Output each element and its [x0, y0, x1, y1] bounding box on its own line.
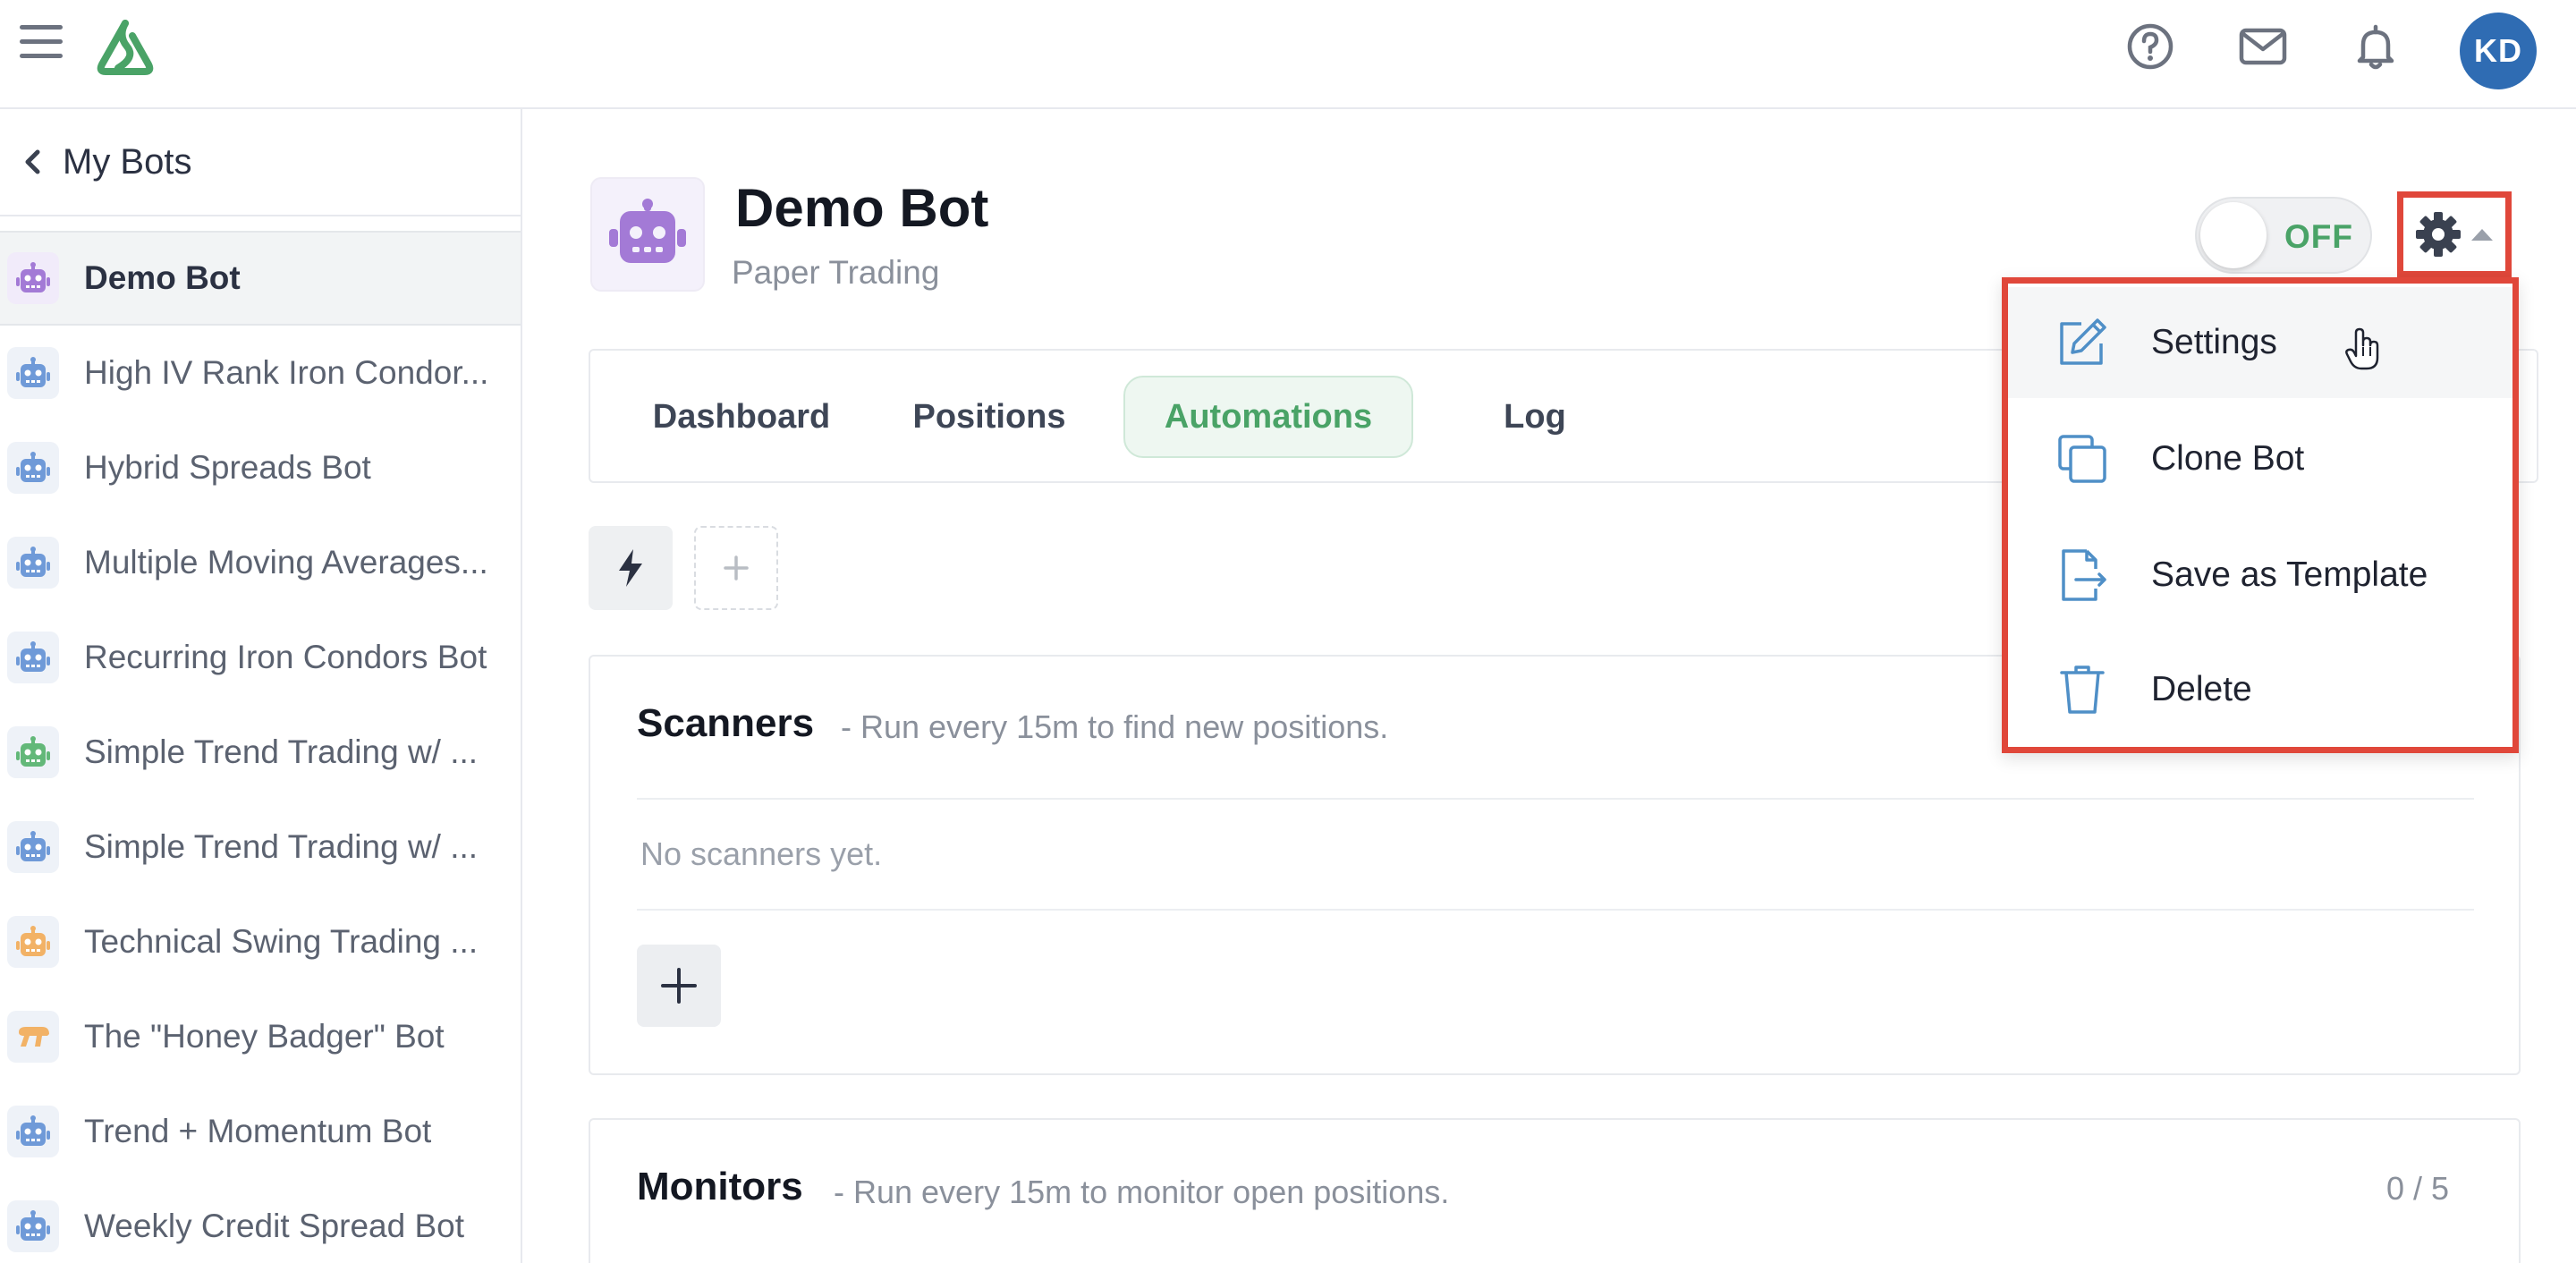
scanners-title: Scanners [637, 701, 815, 745]
bot-on-off-toggle[interactable]: OFF [2195, 197, 2372, 274]
monitors-count: 0 / 5 [2386, 1170, 2450, 1207]
bot-list: Demo Bot High IV Rank Iron Condor... Hybri… [0, 231, 521, 1263]
robot-icon [609, 199, 686, 263]
toggle-label: OFF [2284, 218, 2353, 255]
sidebar-bot-item[interactable]: Demo Bot [0, 231, 521, 326]
robot-icon [7, 1106, 59, 1157]
menu-item-settings[interactable]: Settings [2008, 287, 2512, 398]
sidebar-bot-item[interactable]: Weekly Credit Spread Bot [0, 1179, 521, 1263]
sidebar-bot-item[interactable]: Recurring Iron Condors Bot [0, 610, 521, 705]
robot-icon [7, 726, 59, 778]
robot-icon [7, 821, 59, 873]
lightning-icon [619, 549, 642, 587]
automation-type-button[interactable] [589, 526, 673, 610]
menu-item-delete[interactable]: Delete [2008, 634, 2512, 745]
sidebar-bot-label: Hybrid Spreads Bot [84, 449, 371, 486]
menu-item-settings-label: Settings [2151, 323, 2277, 361]
bot-options-dropdown: Settings Clone Bot Save as Template Dele… [2002, 277, 2519, 753]
user-avatar[interactable]: KD [2460, 13, 2537, 89]
tab-dashboard[interactable]: Dashboard [639, 376, 844, 458]
page-title: Demo Bot [735, 178, 989, 238]
tab-positions[interactable]: Positions [891, 376, 1088, 458]
add-scanner-button[interactable] [637, 945, 721, 1027]
edit-icon [2060, 318, 2106, 365]
menu-item-clone-bot[interactable]: Clone Bot [2008, 403, 2512, 514]
sidebar-bot-label: Weekly Credit Spread Bot [84, 1208, 465, 1244]
page-subtitle: Paper Trading [732, 254, 940, 291]
sidebar-bot-label: Trend + Momentum Bot [84, 1113, 432, 1149]
scanners-divider-bottom [637, 909, 2474, 911]
top-bar: KD [0, 0, 2576, 109]
sidebar-bot-label: Technical Swing Trading ... [84, 923, 479, 960]
mail-icon[interactable] [2238, 21, 2288, 72]
save-template-icon [2062, 549, 2106, 601]
sidebar-bot-label: Demo Bot [84, 259, 241, 296]
brand-logo-icon[interactable] [91, 16, 159, 75]
scanners-divider [637, 798, 2474, 800]
plus-icon [724, 555, 749, 581]
sidebar-bot-label: High IV Rank Iron Condor... [84, 354, 489, 391]
sidebar-bot-item[interactable]: Trend + Momentum Bot [0, 1084, 521, 1179]
menu-item-save-as-template-label: Save as Template [2151, 555, 2428, 594]
hamburger-menu-icon[interactable] [20, 25, 63, 66]
caret-up-icon [2471, 229, 2493, 241]
tab-automations[interactable]: Automations [1123, 376, 1413, 458]
scanners-empty-text: No scanners yet. [640, 835, 883, 872]
sidebar-bot-item[interactable]: The "Honey Badger" Bot [0, 989, 521, 1084]
robot-icon [7, 347, 59, 399]
back-to-my-bots[interactable]: My Bots [0, 109, 521, 216]
tab-log[interactable]: Log [1463, 376, 1606, 458]
robot-icon [7, 537, 59, 589]
sidebar-bot-item[interactable]: Technical Swing Trading ... [0, 894, 521, 989]
scanners-description: - Run every 15m to find new positions. [841, 708, 1389, 745]
back-label: My Bots [63, 141, 192, 182]
bell-icon[interactable] [2351, 21, 2401, 72]
sidebar-bot-label: Multiple Moving Averages... [84, 544, 488, 581]
menu-item-save-as-template[interactable]: Save as Template [2008, 520, 2512, 631]
sidebar-bot-label: Simple Trend Trading w/ ... [84, 828, 479, 865]
menu-item-clone-bot-label: Clone Bot [2151, 439, 2305, 478]
robot-icon [7, 442, 59, 494]
help-circle-icon[interactable] [2125, 21, 2175, 72]
chevron-left-icon [25, 149, 40, 174]
bot-avatar [590, 177, 705, 292]
plus-icon [661, 968, 697, 1004]
sidebar-bot-item[interactable]: Simple Trend Trading w/ ... [0, 800, 521, 894]
sidebar-bot-item[interactable]: High IV Rank Iron Condor... [0, 326, 521, 420]
badger-icon [7, 1011, 59, 1063]
gear-icon [2416, 212, 2461, 257]
sidebar-bot-item[interactable]: Multiple Moving Averages... [0, 515, 521, 610]
toggle-knob [2200, 202, 2267, 268]
add-automation-button[interactable] [694, 526, 778, 610]
robot-icon [7, 632, 59, 683]
menu-item-delete-label: Delete [2151, 670, 2252, 708]
trash-icon [2060, 665, 2105, 714]
sidebar-bot-label: Simple Trend Trading w/ ... [84, 733, 479, 770]
robot-icon [7, 916, 59, 968]
robot-icon [7, 252, 59, 304]
robot-icon [7, 1200, 59, 1252]
monitors-title: Monitors [637, 1165, 803, 1208]
sidebar-bot-item[interactable]: Hybrid Spreads Bot [0, 420, 521, 515]
hand-cursor-icon [2345, 327, 2379, 370]
sidebar: My Bots Demo Bot High IV Rank Iron Condor… [0, 109, 522, 1263]
monitors-description: - Run every 15m to monitor open position… [834, 1174, 1450, 1210]
sidebar-bot-label: Recurring Iron Condors Bot [84, 639, 487, 675]
bot-options-button[interactable] [2397, 191, 2512, 277]
sidebar-bot-item[interactable]: Simple Trend Trading w/ ... [0, 705, 521, 800]
monitors-card: Monitors - Run every 15m to monitor open… [589, 1118, 2521, 1263]
clone-icon [2058, 435, 2106, 483]
sidebar-bot-label: The "Honey Badger" Bot [84, 1018, 445, 1055]
